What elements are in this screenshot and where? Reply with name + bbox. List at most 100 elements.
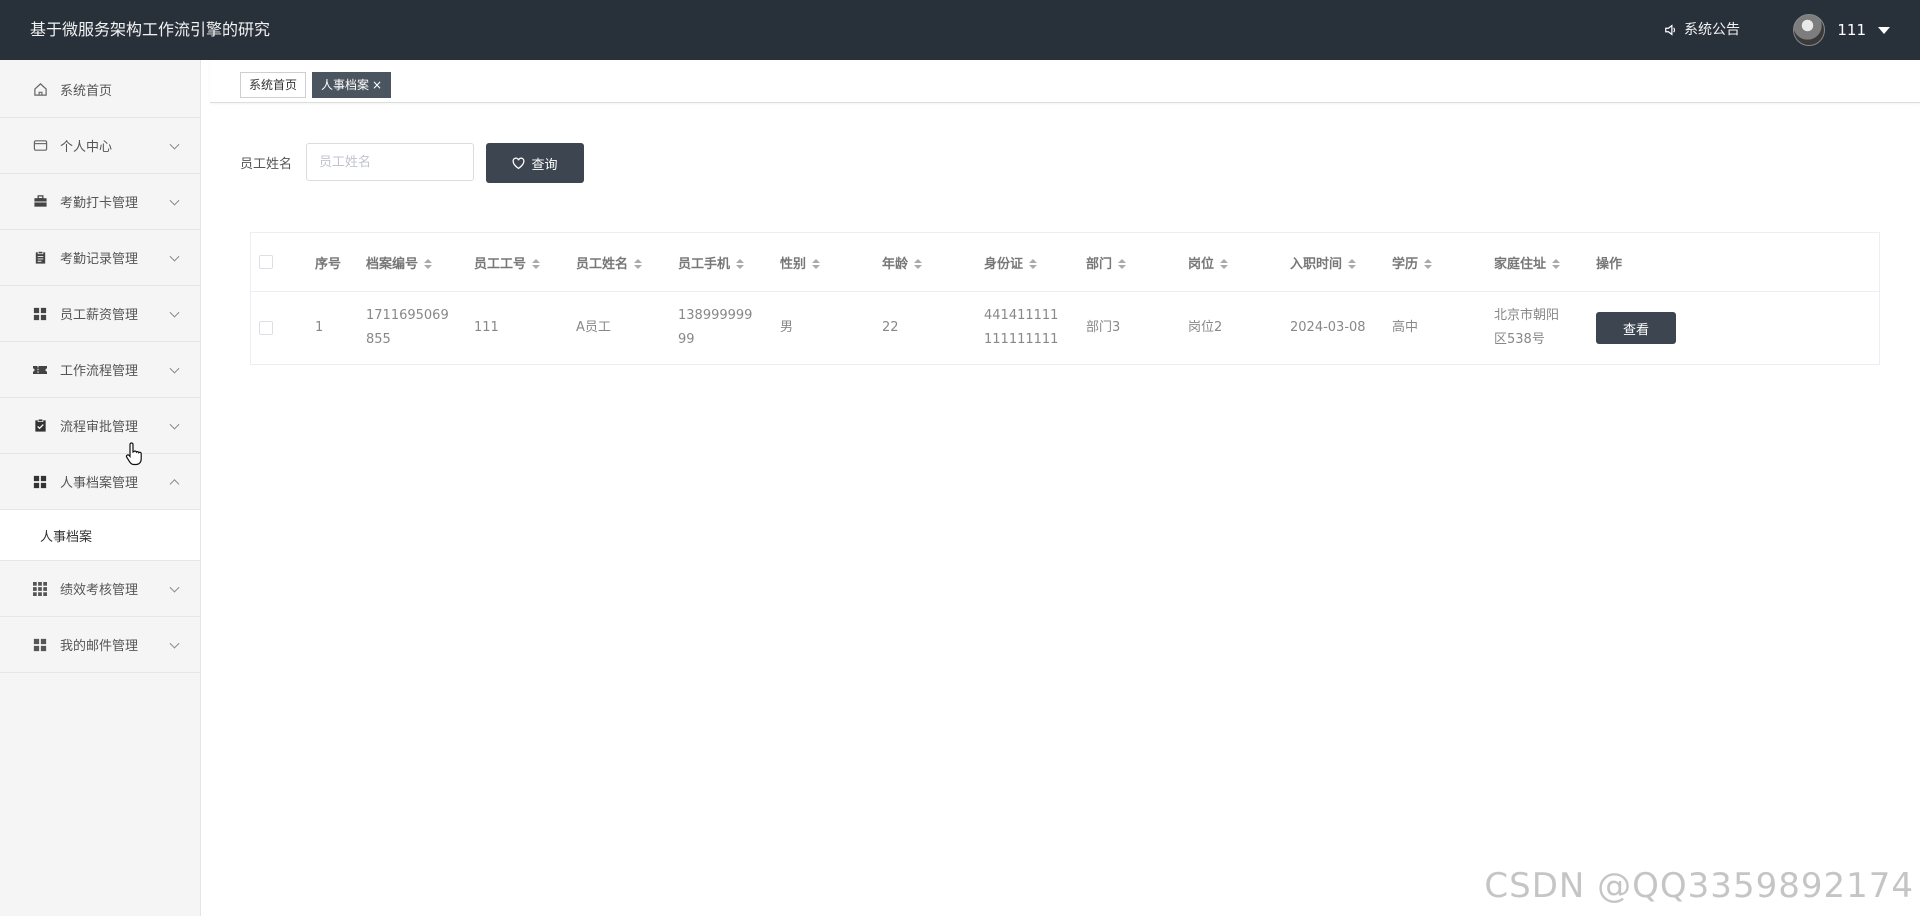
cell-line: 区538号 <box>1494 332 1545 347</box>
cell-address: 北京市朝阳区538号 <box>1486 291 1588 365</box>
table-row: 1 1711695069 855 111 A员工 138999999 99 男 22… <box>250 291 1880 365</box>
speaker-icon <box>1665 24 1676 36</box>
cell-archive-no: 1711695069 855 <box>358 291 466 365</box>
col-gender[interactable]: 性别 <box>772 232 874 292</box>
sort-icon[interactable] <box>1118 259 1127 269</box>
sidebar-item-hr-archives[interactable]: 人事档案管理 <box>0 454 200 510</box>
sort-icon[interactable] <box>1552 259 1561 269</box>
hr-archive-table: 序号 档案编号 员工工号 员工姓名 员工手机 性别 年龄 身份证 部门 岗位 入… <box>250 232 1880 365</box>
row-checkbox[interactable] <box>259 320 273 335</box>
sort-icon[interactable] <box>1424 259 1433 269</box>
sort-icon[interactable] <box>736 259 745 269</box>
search-label: 员工姓名 <box>240 157 293 172</box>
row-select-cell <box>250 291 307 365</box>
col-label: 序号 <box>315 256 342 272</box>
col-label: 身份证 <box>984 256 1024 272</box>
cell-age: 22 <box>874 291 976 365</box>
sidebar-item-label: 考勤记录管理 <box>60 252 139 267</box>
sidebar-item-attendance-records[interactable]: 考勤记录管理 <box>0 230 200 286</box>
cell-hire-date: 2024-03-08 <box>1282 291 1384 365</box>
sidebar-item-workflow[interactable]: 工作流程管理 <box>0 342 200 398</box>
col-education[interactable]: 学历 <box>1384 232 1486 292</box>
chevron-down-icon <box>169 139 180 150</box>
sidebar-item-mail[interactable]: 我的邮件管理 <box>0 617 200 673</box>
col-dept[interactable]: 部门 <box>1078 232 1180 292</box>
watermark: CSDN @QQ3359892174 <box>1484 866 1914 906</box>
cell-index: 1 <box>307 291 358 365</box>
cell-line: 99 <box>678 332 695 347</box>
apps-icon <box>32 581 48 597</box>
col-label: 入职时间 <box>1290 256 1343 272</box>
col-label: 档案编号 <box>366 256 419 272</box>
sidebar-item-label: 员工薪资管理 <box>60 308 139 323</box>
col-label: 岗位 <box>1188 256 1215 272</box>
chevron-down-icon <box>169 195 180 206</box>
sidebar-item-personal-center[interactable]: 个人中心 <box>0 118 200 174</box>
heart-icon <box>513 157 525 169</box>
cell-line: 北京市朝阳 <box>1494 308 1560 323</box>
wallet-icon <box>32 138 48 154</box>
col-emp-name[interactable]: 员工姓名 <box>568 232 670 292</box>
sort-icon[interactable] <box>424 259 433 269</box>
col-id-card[interactable]: 身份证 <box>976 232 1078 292</box>
select-all-checkbox[interactable] <box>259 255 273 269</box>
col-label: 学历 <box>1392 256 1419 272</box>
sort-icon[interactable] <box>812 259 821 269</box>
col-address[interactable]: 家庭住址 <box>1486 232 1588 292</box>
sort-icon[interactable] <box>1029 259 1038 269</box>
sort-icon[interactable] <box>1348 259 1357 269</box>
avatar[interactable] <box>1793 14 1826 46</box>
col-age[interactable]: 年龄 <box>874 232 976 292</box>
col-label: 员工手机 <box>678 256 731 272</box>
cell-emp-name: A员工 <box>568 291 670 365</box>
view-button[interactable]: 查看 <box>1596 312 1676 344</box>
app-title: 基于微服务架构工作流引擎的研究 <box>30 20 271 39</box>
col-archive-no[interactable]: 档案编号 <box>358 232 466 292</box>
close-icon[interactable]: × <box>372 78 382 92</box>
sort-icon[interactable] <box>914 259 923 269</box>
sidebar-item-label: 流程审批管理 <box>60 420 139 435</box>
col-hire-date[interactable]: 入职时间 <box>1282 232 1384 292</box>
col-emp-no[interactable]: 员工工号 <box>466 232 568 292</box>
sidebar-item-label: 个人中心 <box>60 140 113 155</box>
sort-icon[interactable] <box>532 259 541 269</box>
system-notice-link[interactable]: 系统公告 <box>1664 0 1740 60</box>
cell-phone: 138999999 99 <box>670 291 772 365</box>
sidebar-item-home[interactable]: 系统首页 <box>0 62 200 118</box>
chevron-down-icon <box>169 307 180 318</box>
chevron-up-icon <box>169 478 180 489</box>
sort-icon[interactable] <box>634 259 643 269</box>
sidebar-item-salary[interactable]: 员工薪资管理 <box>0 286 200 342</box>
tab-label: 系统首页 <box>249 78 298 92</box>
col-post[interactable]: 岗位 <box>1180 232 1282 292</box>
sidebar-subitem-hr-archive[interactable]: 人事档案 <box>0 510 200 561</box>
sidebar-item-performance[interactable]: 绩效考核管理 <box>0 561 200 617</box>
tab-hr-archive[interactable]: 人事档案 × <box>312 72 392 98</box>
select-all-cell <box>250 232 307 292</box>
sidebar-item-approval[interactable]: 流程审批管理 <box>0 398 200 454</box>
employee-name-input[interactable] <box>306 143 474 181</box>
user-menu[interactable]: 111 <box>1793 0 1890 60</box>
sidebar-item-label: 工作流程管理 <box>60 364 139 379</box>
cell-gender: 男 <box>772 291 874 365</box>
caret-down-icon[interactable] <box>1878 26 1890 34</box>
col-index: 序号 <box>307 232 358 292</box>
grid-icon <box>32 637 48 653</box>
sort-icon[interactable] <box>1220 259 1229 269</box>
check-clipboard-icon <box>32 418 48 434</box>
sidebar-item-label: 我的邮件管理 <box>60 639 139 654</box>
sidebar-item-attendance-checkin[interactable]: 考勤打卡管理 <box>0 174 200 230</box>
username: 111 <box>1837 21 1866 39</box>
system-notice-label: 系统公告 <box>1684 22 1740 38</box>
tab-home[interactable]: 系统首页 <box>240 72 307 98</box>
cell-id-card: 441411111 111111111 <box>976 291 1078 365</box>
search-button[interactable]: 查询 <box>486 143 584 183</box>
chevron-down-icon <box>169 251 180 262</box>
cell-line: 138999999 <box>678 308 753 323</box>
home-icon <box>32 82 48 98</box>
tab-bar: 系统首页 人事档案 × <box>210 60 1920 103</box>
cell-post: 岗位2 <box>1180 291 1282 365</box>
col-phone[interactable]: 员工手机 <box>670 232 772 292</box>
col-action: 操作 <box>1588 232 1880 292</box>
briefcase-icon <box>32 194 48 210</box>
